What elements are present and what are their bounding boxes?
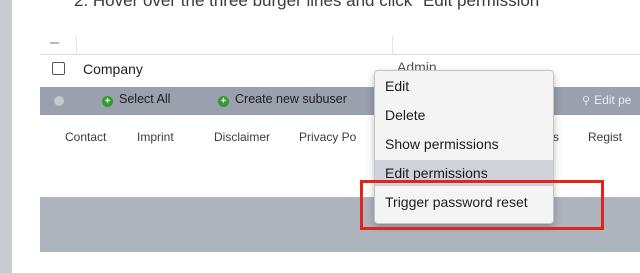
plus-circle-icon: +	[102, 96, 113, 107]
key-icon: ⚲	[582, 95, 591, 107]
footer-link-privacy[interactable]: Privacy Po	[299, 130, 356, 144]
select-all-button[interactable]: + Select All	[102, 92, 170, 107]
footer-link-disclaimer[interactable]: Disclaimer	[214, 130, 270, 144]
toolbar-select-checkbox[interactable]	[54, 96, 64, 106]
menu-item-show-permissions[interactable]: Show permissions	[375, 131, 553, 157]
plus-circle-icon: +	[218, 96, 229, 107]
create-subuser-button[interactable]: + Create new subuser	[218, 92, 347, 107]
header-row-partial	[40, 36, 640, 54]
row-name-cell: Company	[83, 61, 143, 77]
highlight-annotation-box	[360, 180, 604, 230]
create-subuser-label: Create new subuser	[235, 92, 347, 106]
row-checkbox[interactable]	[52, 62, 65, 75]
select-all-label: Select All	[119, 92, 171, 106]
edit-permissions-toolbar-button[interactable]: ⚲ Edit pe	[582, 93, 631, 107]
header-checkbox-partial	[50, 42, 59, 44]
footer-link-register[interactable]: Regist	[588, 130, 622, 144]
left-margin-bar	[0, 0, 12, 273]
instruction-text: 2. Hover over the three burger lines and…	[74, 0, 540, 10]
footer-link-imprint[interactable]: Imprint	[137, 130, 174, 144]
menu-item-edit[interactable]: Edit	[375, 73, 553, 99]
edit-permissions-toolbar-label: Edit pe	[594, 93, 632, 107]
footer-link-contact[interactable]: Contact	[65, 130, 106, 144]
menu-item-delete[interactable]: Delete	[375, 102, 553, 128]
